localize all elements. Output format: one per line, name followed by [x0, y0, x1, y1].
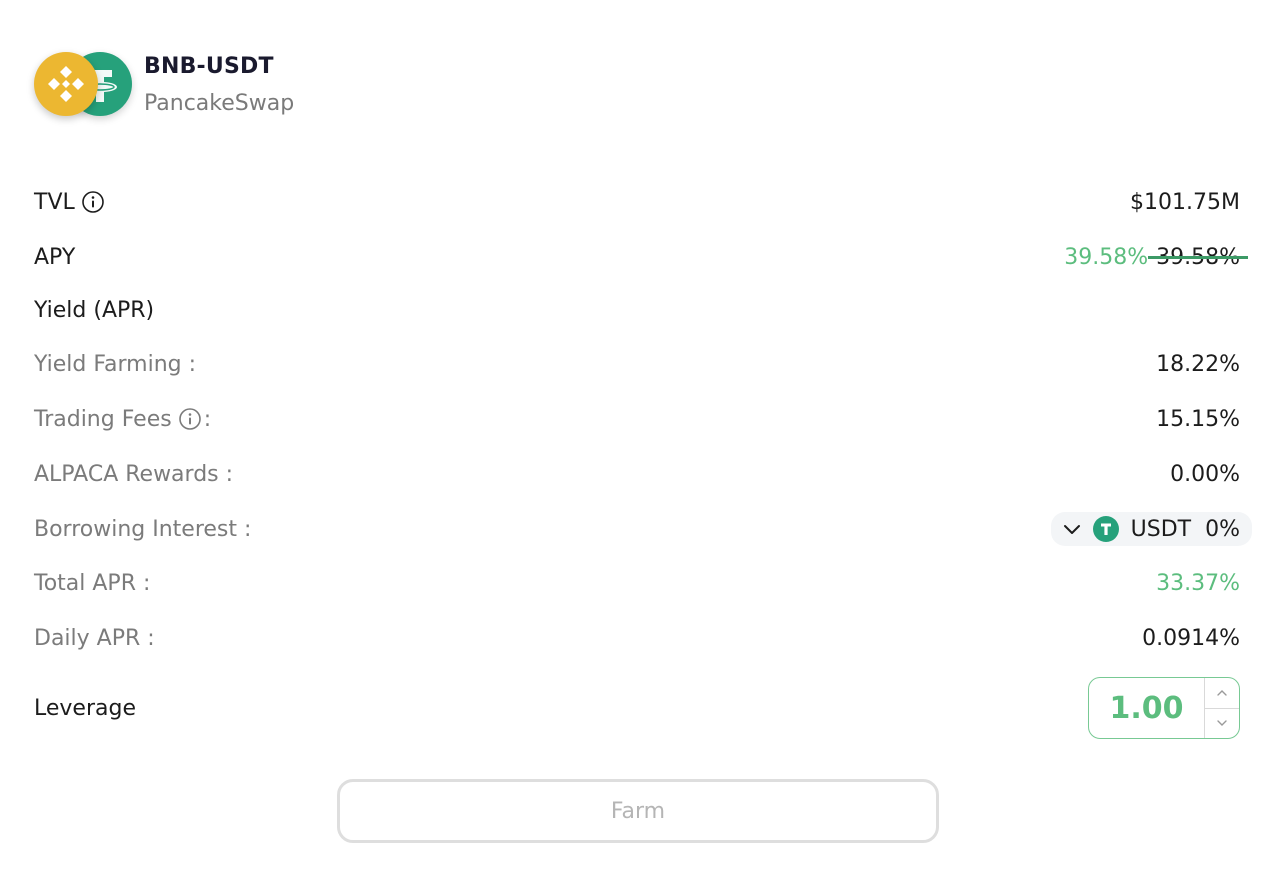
- trading-fees-row: Trading Fees : 15.15%: [34, 399, 1240, 439]
- daily-apr-label: Daily APR :: [34, 625, 155, 651]
- leverage-row: Leverage: [34, 676, 1240, 740]
- leverage-increment-button[interactable]: [1205, 678, 1239, 709]
- leverage-stepper: [1088, 677, 1240, 739]
- trading-fees-label: Trading Fees: [34, 406, 172, 432]
- pool-header: BNB-USDT PancakeSwap: [34, 50, 294, 120]
- alpaca-rewards-row: ALPACA Rewards : 0.00%: [34, 454, 1240, 494]
- total-apr-value: 33.37%: [1156, 570, 1240, 596]
- borrow-token-select[interactable]: USDT 0%: [1050, 512, 1252, 546]
- usdt-icon: [1092, 516, 1119, 542]
- yield-farming-label: Yield Farming :: [34, 351, 197, 377]
- alpaca-rewards-value: 0.00%: [1170, 461, 1240, 487]
- yield-farming-value: 18.22%: [1156, 351, 1240, 377]
- apy-row: APY 39.58% 39.58%: [34, 237, 1248, 277]
- tvl-label: TVL: [34, 189, 75, 215]
- farm-button[interactable]: Farm: [337, 779, 939, 843]
- chevron-down-icon: [1217, 720, 1227, 727]
- trading-fees-value: 15.15%: [1156, 406, 1240, 432]
- yield-farming-row: Yield Farming : 18.22%: [34, 344, 1240, 384]
- bnb-icon: [34, 52, 98, 116]
- total-apr-row: Total APR : 33.37%: [34, 563, 1240, 603]
- chevron-up-icon: [1217, 689, 1227, 696]
- apy-previous-value: 39.58%: [1148, 244, 1248, 270]
- yield-apr-heading: Yield (APR): [34, 297, 155, 323]
- borrowing-interest-label: Borrowing Interest :: [34, 516, 252, 542]
- yield-apr-row: Yield (APR): [34, 290, 1240, 330]
- borrow-token-symbol: USDT: [1130, 516, 1192, 542]
- chevron-down-icon: [1063, 525, 1080, 534]
- pair-name: BNB-USDT: [144, 54, 274, 79]
- token-pair-logos: [34, 50, 134, 120]
- leverage-label: Leverage: [34, 695, 136, 721]
- tvl-value: $101.75M: [1130, 189, 1240, 215]
- apy-label: APY: [34, 244, 76, 270]
- daily-apr-row: Daily APR : 0.0914%: [34, 618, 1240, 658]
- borrowing-interest-row: Borrowing Interest : USDT 0%: [34, 509, 1252, 549]
- leverage-input[interactable]: [1089, 678, 1204, 738]
- apy-value: 39.58%: [1064, 244, 1149, 270]
- alpaca-rewards-label: ALPACA Rewards :: [34, 461, 234, 487]
- tvl-row: TVL $101.75M: [34, 182, 1240, 222]
- daily-apr-value: 0.0914%: [1142, 625, 1240, 651]
- total-apr-label: Total APR :: [34, 570, 151, 596]
- borrow-rate: 0%: [1205, 516, 1240, 542]
- trading-fees-colon: :: [203, 406, 212, 432]
- info-icon[interactable]: [178, 407, 202, 431]
- info-icon[interactable]: [81, 190, 105, 214]
- protocol-name: PancakeSwap: [144, 91, 295, 116]
- leverage-decrement-button[interactable]: [1205, 709, 1239, 739]
